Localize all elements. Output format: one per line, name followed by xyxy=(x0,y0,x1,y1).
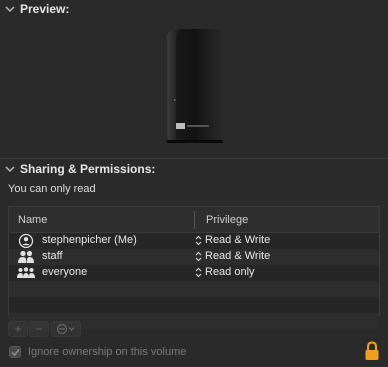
privilege-popup[interactable]: Read & Write xyxy=(205,250,270,262)
ignore-ownership-checkbox[interactable] xyxy=(9,346,21,358)
chevron-down-icon xyxy=(5,6,15,13)
empty-row xyxy=(9,281,379,297)
sharing-section-header[interactable]: Sharing & Permissions: xyxy=(0,162,155,176)
column-header-name[interactable]: Name xyxy=(18,214,47,226)
action-menu-button[interactable] xyxy=(51,321,81,337)
preview-section-header[interactable]: Preview: xyxy=(0,2,69,16)
user-name: everyone xyxy=(42,266,88,278)
checkmark-icon xyxy=(10,348,20,356)
column-header-privilege[interactable]: Privilege xyxy=(206,214,248,226)
user-name: stephenpicher (Me) xyxy=(42,234,137,246)
ignore-ownership-option[interactable]: Ignore ownership on this volume xyxy=(9,346,186,358)
access-note: You can only read xyxy=(8,183,96,195)
everyone-icon xyxy=(17,267,35,278)
add-user-button[interactable]: + xyxy=(8,321,28,337)
up-down-arrows-icon[interactable] xyxy=(195,267,202,278)
table-row[interactable]: everyone Read only xyxy=(9,265,379,281)
section-divider xyxy=(0,158,388,159)
remove-user-button[interactable]: − xyxy=(29,321,49,337)
action-gear-icon xyxy=(56,323,75,335)
sharing-info-panel: Preview: Sharing & Permissions: You can … xyxy=(0,0,388,367)
table-row[interactable]: staff Read & Write xyxy=(9,249,379,265)
permissions-table: Name Privilege stephenpicher (Me) Read &… xyxy=(8,206,380,329)
group-icon xyxy=(18,250,34,263)
user-name: staff xyxy=(42,250,63,262)
up-down-arrows-icon[interactable] xyxy=(195,235,202,246)
column-separator[interactable] xyxy=(194,211,195,229)
table-row[interactable]: stephenpicher (Me) Read & Write xyxy=(9,233,379,249)
empty-row xyxy=(9,297,379,313)
external-drive-image xyxy=(167,29,223,143)
privilege-popup[interactable]: Read only xyxy=(205,266,255,278)
ignore-ownership-label: Ignore ownership on this volume xyxy=(28,346,187,358)
privilege-popup[interactable]: Read & Write xyxy=(205,234,270,246)
user-icon xyxy=(18,233,34,249)
lock-icon[interactable] xyxy=(364,341,380,361)
preview-title: Preview: xyxy=(20,2,70,16)
table-header: Name Privilege xyxy=(9,207,379,233)
chevron-down-icon xyxy=(5,166,15,173)
sharing-title: Sharing & Permissions: xyxy=(20,162,156,176)
up-down-arrows-icon[interactable] xyxy=(195,251,202,262)
